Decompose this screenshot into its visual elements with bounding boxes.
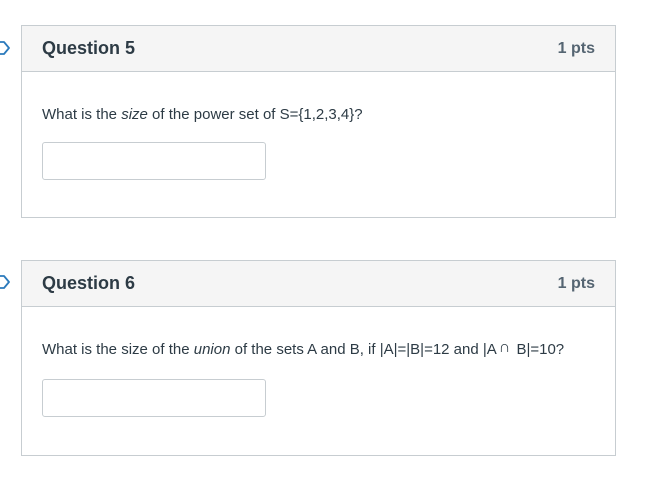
question-body: What is the size of the power set of S={… [22, 105, 615, 180]
question-header: Question 6 1 pts [22, 261, 615, 307]
question-text: What is the size of the union of the set… [42, 338, 595, 360]
answer-input[interactable] [42, 379, 266, 417]
question-title: Question 6 [42, 273, 136, 293]
question-text-part: B|=10? [512, 341, 565, 358]
question-points: 1 pts [557, 39, 595, 57]
question-body: What is the size of the union of the set… [22, 338, 615, 417]
question-text-emphasis: size [121, 106, 148, 123]
question-text-part: of the power set of S={1,2,3,4}? [147, 106, 363, 123]
question-text-part: of the sets A and B, if |A|=|B|=12 and |… [230, 341, 497, 358]
question-points: 1 pts [557, 274, 595, 292]
question-text-part: What is the size of the [42, 341, 194, 358]
question-text: What is the size of the power set of S={… [42, 105, 595, 125]
question-title: Question 5 [42, 38, 136, 58]
quiz-page: Question 5 1 pts What is the size of the… [0, 0, 663, 487]
question-card-5: Question 5 1 pts What is the size of the… [21, 25, 616, 218]
question-text-part: What is the [42, 106, 122, 123]
question-header: Question 5 1 pts [22, 26, 615, 72]
answer-input[interactable] [42, 142, 266, 180]
question-card-6: Question 6 1 pts What is the size of the… [21, 260, 616, 456]
flag-icon[interactable] [0, 41, 10, 55]
question-text-emphasis: union [193, 341, 231, 358]
flag-icon[interactable] [0, 275, 10, 289]
intersection-symbol: ∩ [498, 339, 511, 356]
